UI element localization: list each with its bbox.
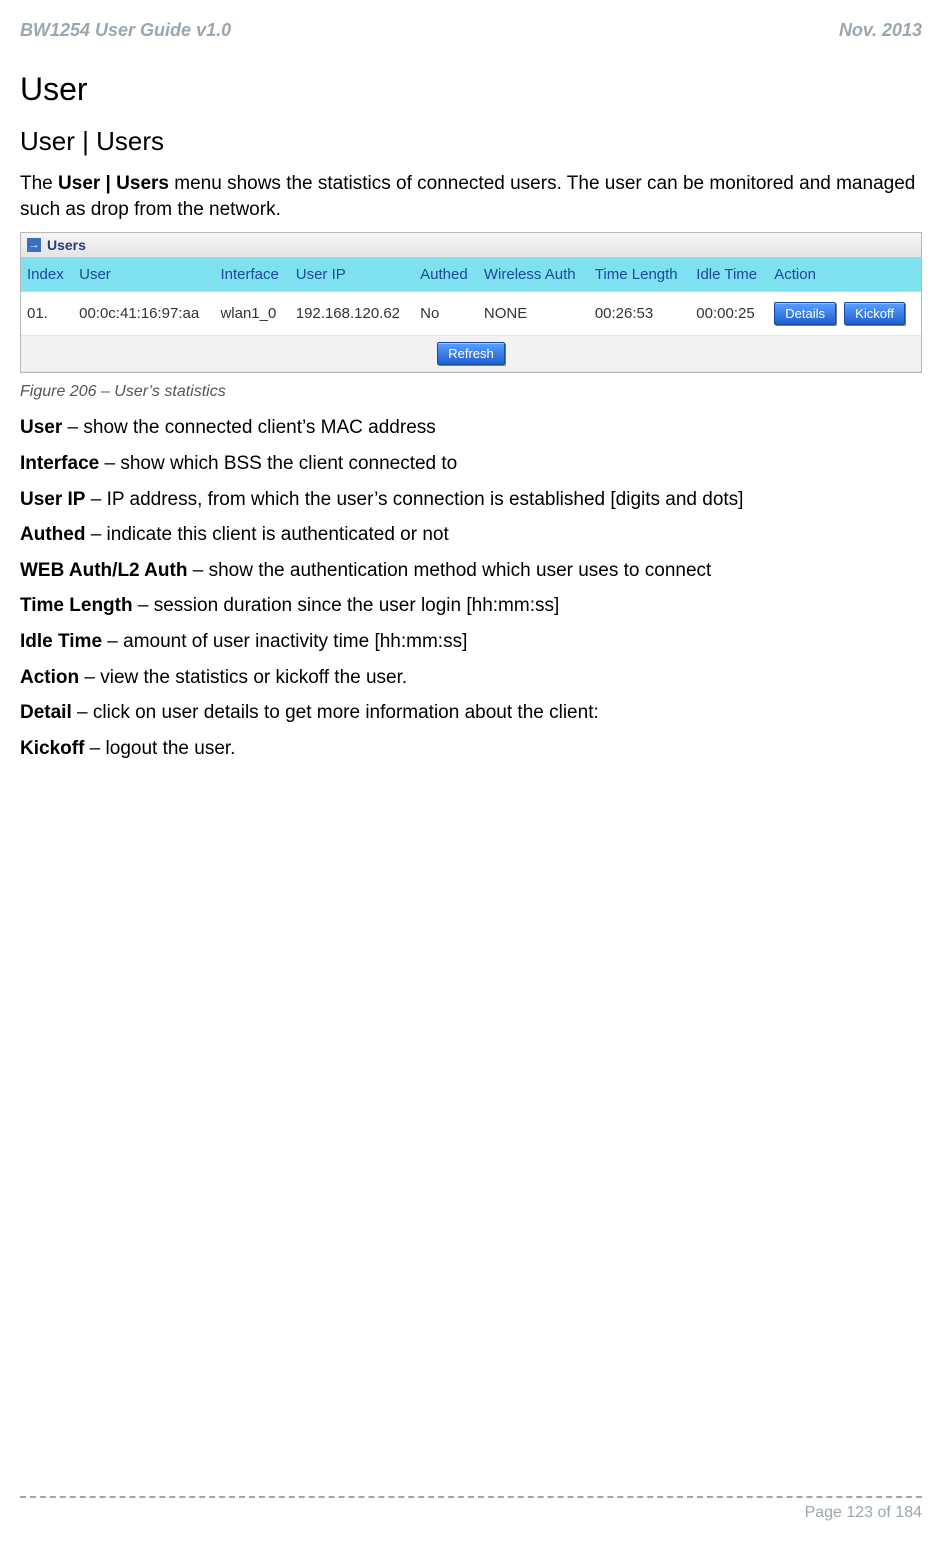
- details-button[interactable]: Details: [774, 302, 836, 325]
- refresh-row: Refresh: [21, 336, 921, 372]
- col-authed: Authed: [414, 258, 478, 292]
- panel-title-text: Users: [47, 237, 86, 253]
- col-interface: Interface: [214, 258, 289, 292]
- table-header-row: Index User Interface User IP Authed Wire…: [21, 258, 921, 292]
- def-action: Action – view the statistics or kickoff …: [20, 665, 922, 691]
- term: WEB Auth/L2 Auth: [20, 560, 187, 581]
- term: User IP: [20, 489, 85, 510]
- header-right: Nov. 2013: [839, 20, 922, 41]
- col-index: Index: [21, 258, 73, 292]
- col-time-length: Time Length: [589, 258, 690, 292]
- col-user-ip: User IP: [290, 258, 414, 292]
- header-left: BW1254 User Guide v1.0: [20, 20, 231, 41]
- def-user: User – show the connected client’s MAC a…: [20, 415, 922, 441]
- intro-pre: The: [20, 173, 58, 194]
- page-footer: Page 123 of 184: [20, 1496, 922, 1522]
- term: Idle Time: [20, 631, 102, 652]
- users-table: Index User Interface User IP Authed Wire…: [21, 258, 921, 372]
- term: Authed: [20, 524, 85, 545]
- def-detail: Detail – click on user details to get mo…: [20, 700, 922, 726]
- kickoff-button[interactable]: Kickoff: [844, 302, 905, 325]
- term-text: – session duration since the user login …: [133, 595, 560, 616]
- arrow-icon: →: [27, 238, 41, 252]
- panel-titlebar: → Users: [21, 233, 921, 258]
- term-text: – show the connected client’s MAC addres…: [62, 417, 436, 438]
- cell-ip: 192.168.120.62: [290, 292, 414, 336]
- col-user: User: [73, 258, 214, 292]
- def-user-ip: User IP – IP address, from which the use…: [20, 487, 922, 513]
- page-number: Page 123 of 184: [20, 1504, 922, 1522]
- refresh-button[interactable]: Refresh: [437, 342, 505, 365]
- term-text: – IP address, from which the user’s conn…: [85, 489, 743, 510]
- def-kickoff: Kickoff – logout the user.: [20, 736, 922, 762]
- table-row: 01. 00:0c:41:16:97:aa wlan1_0 192.168.12…: [21, 292, 921, 336]
- col-idle-time: Idle Time: [690, 258, 768, 292]
- cell-action: Details Kickoff: [768, 292, 921, 336]
- cell-interface: wlan1_0: [214, 292, 289, 336]
- cell-idle: 00:00:25: [690, 292, 768, 336]
- term-text: – show which BSS the client connected to: [99, 453, 457, 474]
- term: Time Length: [20, 595, 133, 616]
- term-text: – view the statistics or kickoff the use…: [79, 667, 407, 688]
- def-authed: Authed – indicate this client is authent…: [20, 522, 922, 548]
- term-text: – click on user details to get more info…: [72, 702, 599, 723]
- term-text: – indicate this client is authenticated …: [85, 524, 448, 545]
- cell-index: 01.: [21, 292, 73, 336]
- term: Interface: [20, 453, 99, 474]
- term: User: [20, 417, 62, 438]
- def-idle-time: Idle Time – amount of user inactivity ti…: [20, 629, 922, 655]
- def-web-l2-auth: WEB Auth/L2 Auth – show the authenticati…: [20, 558, 922, 584]
- cell-user: 00:0c:41:16:97:aa: [73, 292, 214, 336]
- section-title: User | Users: [20, 126, 922, 157]
- cell-time-length: 00:26:53: [589, 292, 690, 336]
- term-text: – show the authentication method which u…: [187, 560, 711, 581]
- running-header: BW1254 User Guide v1.0 Nov. 2013: [20, 20, 922, 41]
- def-time-length: Time Length – session duration since the…: [20, 593, 922, 619]
- figure-caption: Figure 206 – User’s statistics: [20, 383, 922, 401]
- page: BW1254 User Guide v1.0 Nov. 2013 User Us…: [0, 0, 942, 1542]
- term: Kickoff: [20, 738, 84, 759]
- term-text: – logout the user.: [84, 738, 235, 759]
- def-interface: Interface – show which BSS the client co…: [20, 451, 922, 477]
- col-wireless-auth: Wireless Auth: [478, 258, 589, 292]
- intro-paragraph: The User | Users menu shows the statisti…: [20, 171, 922, 222]
- col-action: Action: [768, 258, 921, 292]
- users-panel: → Users Index User Interface User IP Aut…: [20, 232, 922, 373]
- term: Detail: [20, 702, 72, 723]
- intro-bold: User | Users: [58, 173, 169, 194]
- cell-wauth: NONE: [478, 292, 589, 336]
- term: Action: [20, 667, 79, 688]
- page-title: User: [20, 71, 922, 108]
- term-text: – amount of user inactivity time [hh:mm:…: [102, 631, 467, 652]
- footer-divider: [20, 1496, 922, 1498]
- cell-authed: No: [414, 292, 478, 336]
